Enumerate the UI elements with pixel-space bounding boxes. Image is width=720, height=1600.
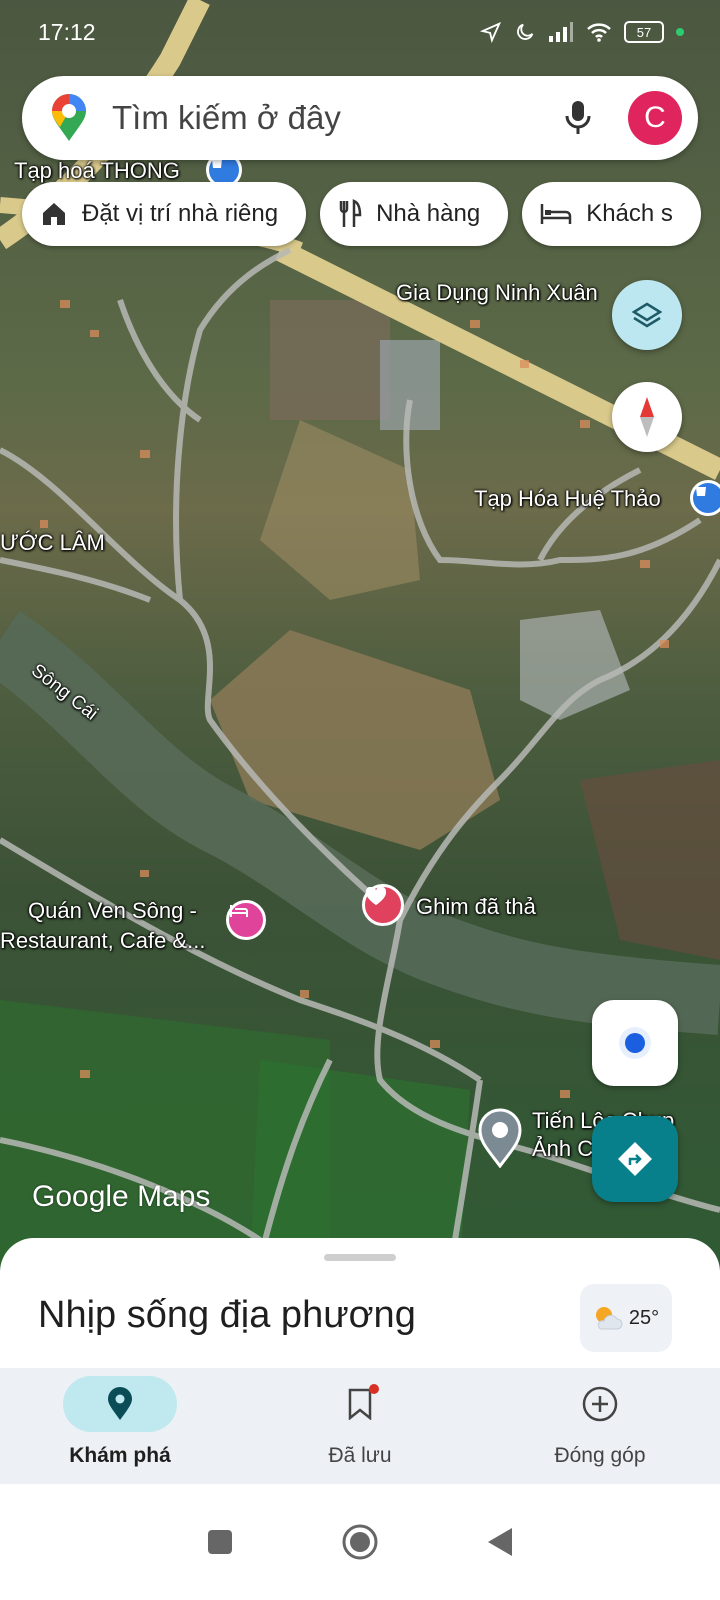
home-icon [43, 203, 65, 225]
chip-label: Khách s [586, 200, 673, 227]
chip-restaurants[interactable]: Nhà hàng [320, 182, 509, 246]
nav-label: Đóng góp [554, 1444, 646, 1467]
voice-search-button[interactable] [554, 94, 602, 142]
place-label[interactable]: Gia Dụng Ninh Xuân [396, 280, 598, 306]
sheet-title: Nhịp sống địa phương [38, 1294, 416, 1336]
directions-button[interactable] [592, 1116, 678, 1202]
hotel-pin-icon[interactable] [226, 900, 266, 940]
nav-label: Khám phá [69, 1444, 171, 1467]
chip-hotels[interactable]: Khách s [522, 182, 701, 246]
area-label: ƯỚC LÂM [0, 530, 105, 555]
place-label[interactable]: Tạp Hóa Huệ Thảo [474, 486, 661, 512]
status-bar: 17:12 57 [0, 0, 720, 64]
chip-set-home[interactable]: Đặt vị trí nhà riêng [22, 182, 307, 246]
chip-label: Nhà hàng [376, 200, 481, 227]
sheet-drag-handle[interactable] [324, 1254, 396, 1261]
temperature: 25° [628, 1306, 660, 1329]
search-bar[interactable]: C [22, 76, 698, 160]
square-icon [208, 1530, 232, 1554]
account-avatar[interactable]: C [628, 91, 682, 145]
nav-contribute[interactable]: Đóng góp [500, 1376, 700, 1468]
status-time: 17:12 [38, 18, 96, 45]
dropped-pin-label[interactable]: Ghim đã thả [416, 894, 536, 920]
chip-label: Đặt vị trí nhà riêng [82, 200, 279, 227]
my-location-button[interactable] [592, 1000, 678, 1086]
place-label[interactable]: Quán Ven Sông - [28, 898, 197, 924]
compass-button[interactable] [612, 382, 682, 452]
nav-saved[interactable]: Đã lưu [260, 1376, 460, 1468]
moon-icon [517, 23, 534, 40]
home-button[interactable] [335, 1517, 385, 1567]
add-circle-icon [582, 1386, 618, 1422]
category-chips: Đặt vị trí nhà riêng Nhà hàng Khách s [22, 182, 720, 246]
location-arrow-icon [480, 21, 502, 43]
back-button[interactable] [475, 1517, 525, 1567]
search-input[interactable] [112, 99, 554, 137]
nav-explore[interactable]: Khám phá [20, 1376, 220, 1468]
explore-pin-icon [108, 1387, 132, 1420]
battery-icon: 57 [624, 21, 664, 43]
google-maps-logo: Google Maps [32, 1180, 211, 1213]
layers-button[interactable] [612, 280, 682, 350]
hotel-icon [540, 204, 572, 224]
my-location-icon [619, 1027, 651, 1059]
wifi-icon [587, 23, 611, 42]
nav-label: Đã lưu [328, 1444, 392, 1467]
microphone-icon [565, 101, 591, 134]
avatar-letter: C [644, 101, 666, 134]
privacy-indicator-dot [676, 28, 684, 36]
weather-chip[interactable]: 25° [580, 1284, 672, 1352]
dropped-pin-heart-icon[interactable] [362, 884, 404, 926]
circle-home-icon [342, 1524, 378, 1560]
directions-icon [618, 1142, 652, 1176]
back-triangle-icon [488, 1528, 512, 1556]
place-pin-icon[interactable] [476, 1108, 524, 1168]
bottom-navigation: Khám phá Đã lưu Đóng góp [0, 1368, 720, 1484]
recent-apps-button[interactable] [195, 1517, 245, 1567]
bookmark-icon [348, 1388, 372, 1420]
signal-icon [549, 22, 573, 42]
partly-cloudy-icon [595, 1307, 623, 1330]
store-pin-icon[interactable] [690, 480, 720, 516]
google-maps-pin-icon [52, 94, 86, 141]
place-label-cont[interactable]: Restaurant, Cafe &... [0, 928, 205, 954]
compass-icon [640, 397, 654, 437]
restaurant-icon [339, 199, 362, 227]
battery-level: 57 [636, 24, 652, 40]
system-navigation-bar [0, 1484, 720, 1600]
layers-icon [631, 302, 663, 328]
status-icons: 57 [480, 21, 684, 43]
notification-dot [369, 1384, 379, 1394]
place-label[interactable]: Tạp hoá THONG [14, 158, 180, 184]
explore-bottom-sheet[interactable]: Nhịp sống địa phương 25° [0, 1238, 720, 1372]
